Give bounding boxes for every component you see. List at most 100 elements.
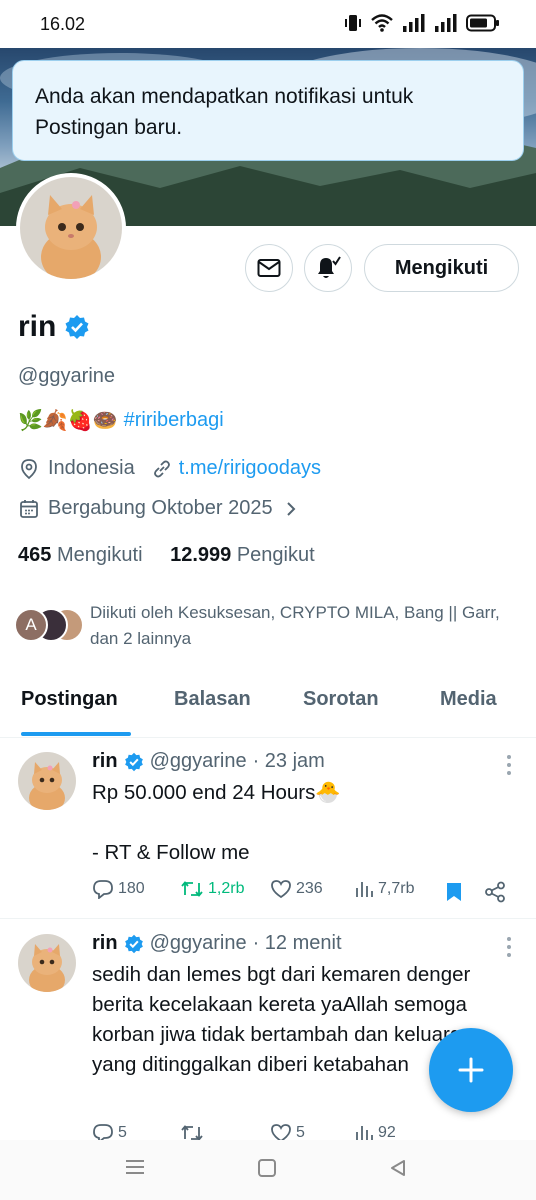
retweet-icon — [181, 881, 203, 897]
profile-bio: 🌿🍂🍓🍩 #ririberbagi — [18, 408, 224, 433]
message-button[interactable] — [245, 244, 293, 292]
more-options-icon[interactable] — [506, 936, 512, 958]
reply-icon — [93, 880, 113, 899]
reply-button[interactable]: 180 — [92, 879, 145, 899]
tweet-avatar[interactable] — [18, 934, 76, 992]
following-button[interactable]: Mengikuti — [364, 244, 519, 292]
views-button[interactable]: 92 — [354, 1123, 396, 1140]
vibrate-icon — [345, 15, 361, 31]
profile-name-row: rin — [18, 310, 90, 344]
views-count: 7,7rb — [378, 880, 415, 897]
battery-icon — [466, 14, 499, 32]
status-time: 16.02 — [40, 14, 86, 34]
tweet-actions: 180 1,2rb 236 7,7rb — [92, 879, 512, 905]
profile-joined-date: Bergabung Oktober 2025 — [48, 497, 273, 519]
reply-count: 180 — [118, 880, 145, 897]
profile-name: rin — [18, 310, 57, 343]
tweet-divider — [0, 918, 536, 919]
views-chart-icon — [356, 1126, 373, 1140]
profile-website-link[interactable]: t.me/ririgoodays — [179, 457, 321, 480]
tweet-header: rin @ggyarine · 12 menit — [92, 932, 342, 955]
tweet-author-name[interactable]: rin — [92, 750, 118, 773]
status-icons — [344, 13, 500, 33]
verified-badge-icon — [124, 752, 143, 771]
link-icon — [153, 460, 170, 477]
like-button[interactable]: 236 — [270, 879, 323, 899]
tweet-avatar[interactable] — [18, 752, 76, 810]
tab-sorotan[interactable]: Sorotan — [303, 688, 379, 711]
retweet-icon — [181, 1125, 203, 1140]
tweet-header: rin @ggyarine · 23 jam — [92, 750, 325, 773]
like-count: 236 — [296, 880, 323, 897]
profile-joined-row[interactable]: Bergabung Oktober 2025 — [18, 497, 297, 520]
reply-icon — [93, 1124, 113, 1140]
tweet-actions: 5 5 92 — [92, 1123, 512, 1140]
kitten-avatar-image — [20, 177, 122, 279]
toast-message: Anda akan mendapatkan notifikasi untuk P… — [35, 85, 414, 139]
tweet-author-handle: @ggyarine — [149, 750, 247, 772]
tab-postingan[interactable]: Postingan — [21, 688, 118, 711]
bio-emojis: 🌿🍂🍓🍩 — [18, 410, 118, 432]
retweet-count: 1,2rb — [208, 880, 245, 897]
tab-balasan[interactable]: Balasan — [174, 688, 251, 711]
wifi-icon — [371, 14, 393, 32]
kitten-avatar-image — [18, 934, 76, 992]
views-count: 92 — [378, 1124, 396, 1140]
calendar-icon — [20, 499, 38, 518]
more-options-icon[interactable] — [506, 754, 512, 776]
followers-label: Pengikut — [236, 544, 315, 566]
heart-icon — [271, 1124, 291, 1140]
signal-icon — [403, 14, 425, 32]
profile-avatar[interactable] — [16, 173, 126, 283]
bio-hashtag-link[interactable]: #ririberbagi — [124, 409, 224, 432]
compose-post-button[interactable] — [429, 1028, 513, 1112]
home-nav-icon[interactable] — [257, 1158, 277, 1178]
follower-avatar-letter: A — [14, 608, 48, 642]
envelope-icon — [257, 259, 281, 277]
following-count: 465 — [18, 544, 52, 566]
location-pin-icon — [21, 458, 37, 479]
system-navigation-bar — [0, 1140, 536, 1200]
profile-handle: @ggyarine — [18, 365, 116, 387]
signal-icon — [435, 14, 457, 32]
retweet-button[interactable] — [180, 1123, 204, 1140]
active-tab-indicator — [21, 732, 131, 736]
share-icon[interactable] — [484, 881, 506, 903]
tab-media[interactable]: Media — [440, 688, 497, 711]
status-bar: 16.02 — [0, 0, 536, 48]
back-nav-icon[interactable] — [388, 1158, 408, 1178]
following-stat[interactable]: 465 Mengikuti — [18, 544, 143, 566]
followers-stat[interactable]: 12.999 Pengikut — [170, 544, 315, 566]
tweet-time: · 12 menit — [252, 932, 342, 954]
plus-icon — [458, 1057, 484, 1083]
views-chart-icon — [356, 882, 373, 897]
followers-count: 12.999 — [170, 544, 232, 566]
profile-stats: 465 Mengikuti 12.999 Pengikut — [18, 544, 315, 567]
followed-by-row[interactable]: A Diikuti oleh Kesuksesan, CRYPTO MILA, … — [14, 600, 524, 652]
reply-count: 5 — [118, 1124, 127, 1140]
profile-tabs: Postingan Balasan Sorotan Media — [0, 668, 536, 738]
followed-by-avatars: A — [14, 600, 84, 642]
heart-icon — [271, 880, 291, 899]
chevron-right-icon — [286, 501, 296, 516]
views-button[interactable]: 7,7rb — [354, 879, 414, 899]
notification-toast: Anda akan mendapatkan notifikasi untuk P… — [12, 60, 524, 161]
reply-button[interactable]: 5 — [92, 1123, 127, 1140]
tweet[interactable]: rin @ggyarine · 23 jam Rp 50.000 end 24 … — [0, 738, 536, 918]
bookmark-icon[interactable] — [445, 881, 463, 903]
verified-badge-icon — [124, 934, 143, 953]
bell-check-icon — [318, 256, 341, 278]
followed-by-text: Diikuti oleh Kesuksesan, CRYPTO MILA, Ba… — [90, 603, 500, 648]
notification-bell-button[interactable] — [304, 244, 352, 292]
like-button[interactable]: 5 — [270, 1123, 305, 1140]
profile-location: Indonesia — [48, 457, 135, 479]
retweet-button[interactable]: 1,2rb — [180, 879, 244, 899]
tweet-time: · 23 jam — [252, 750, 325, 772]
tweet-author-name[interactable]: rin — [92, 932, 118, 955]
tweet-author-handle: @ggyarine — [149, 932, 247, 954]
like-count: 5 — [296, 1124, 305, 1140]
verified-badge-icon — [65, 315, 89, 339]
menu-nav-icon[interactable] — [124, 1158, 146, 1176]
profile-meta-row: Indonesia t.me/ririgoodays — [18, 457, 321, 480]
tweet-text: Rp 50.000 end 24 Hours🐣 - RT & Follow me — [92, 781, 341, 864]
